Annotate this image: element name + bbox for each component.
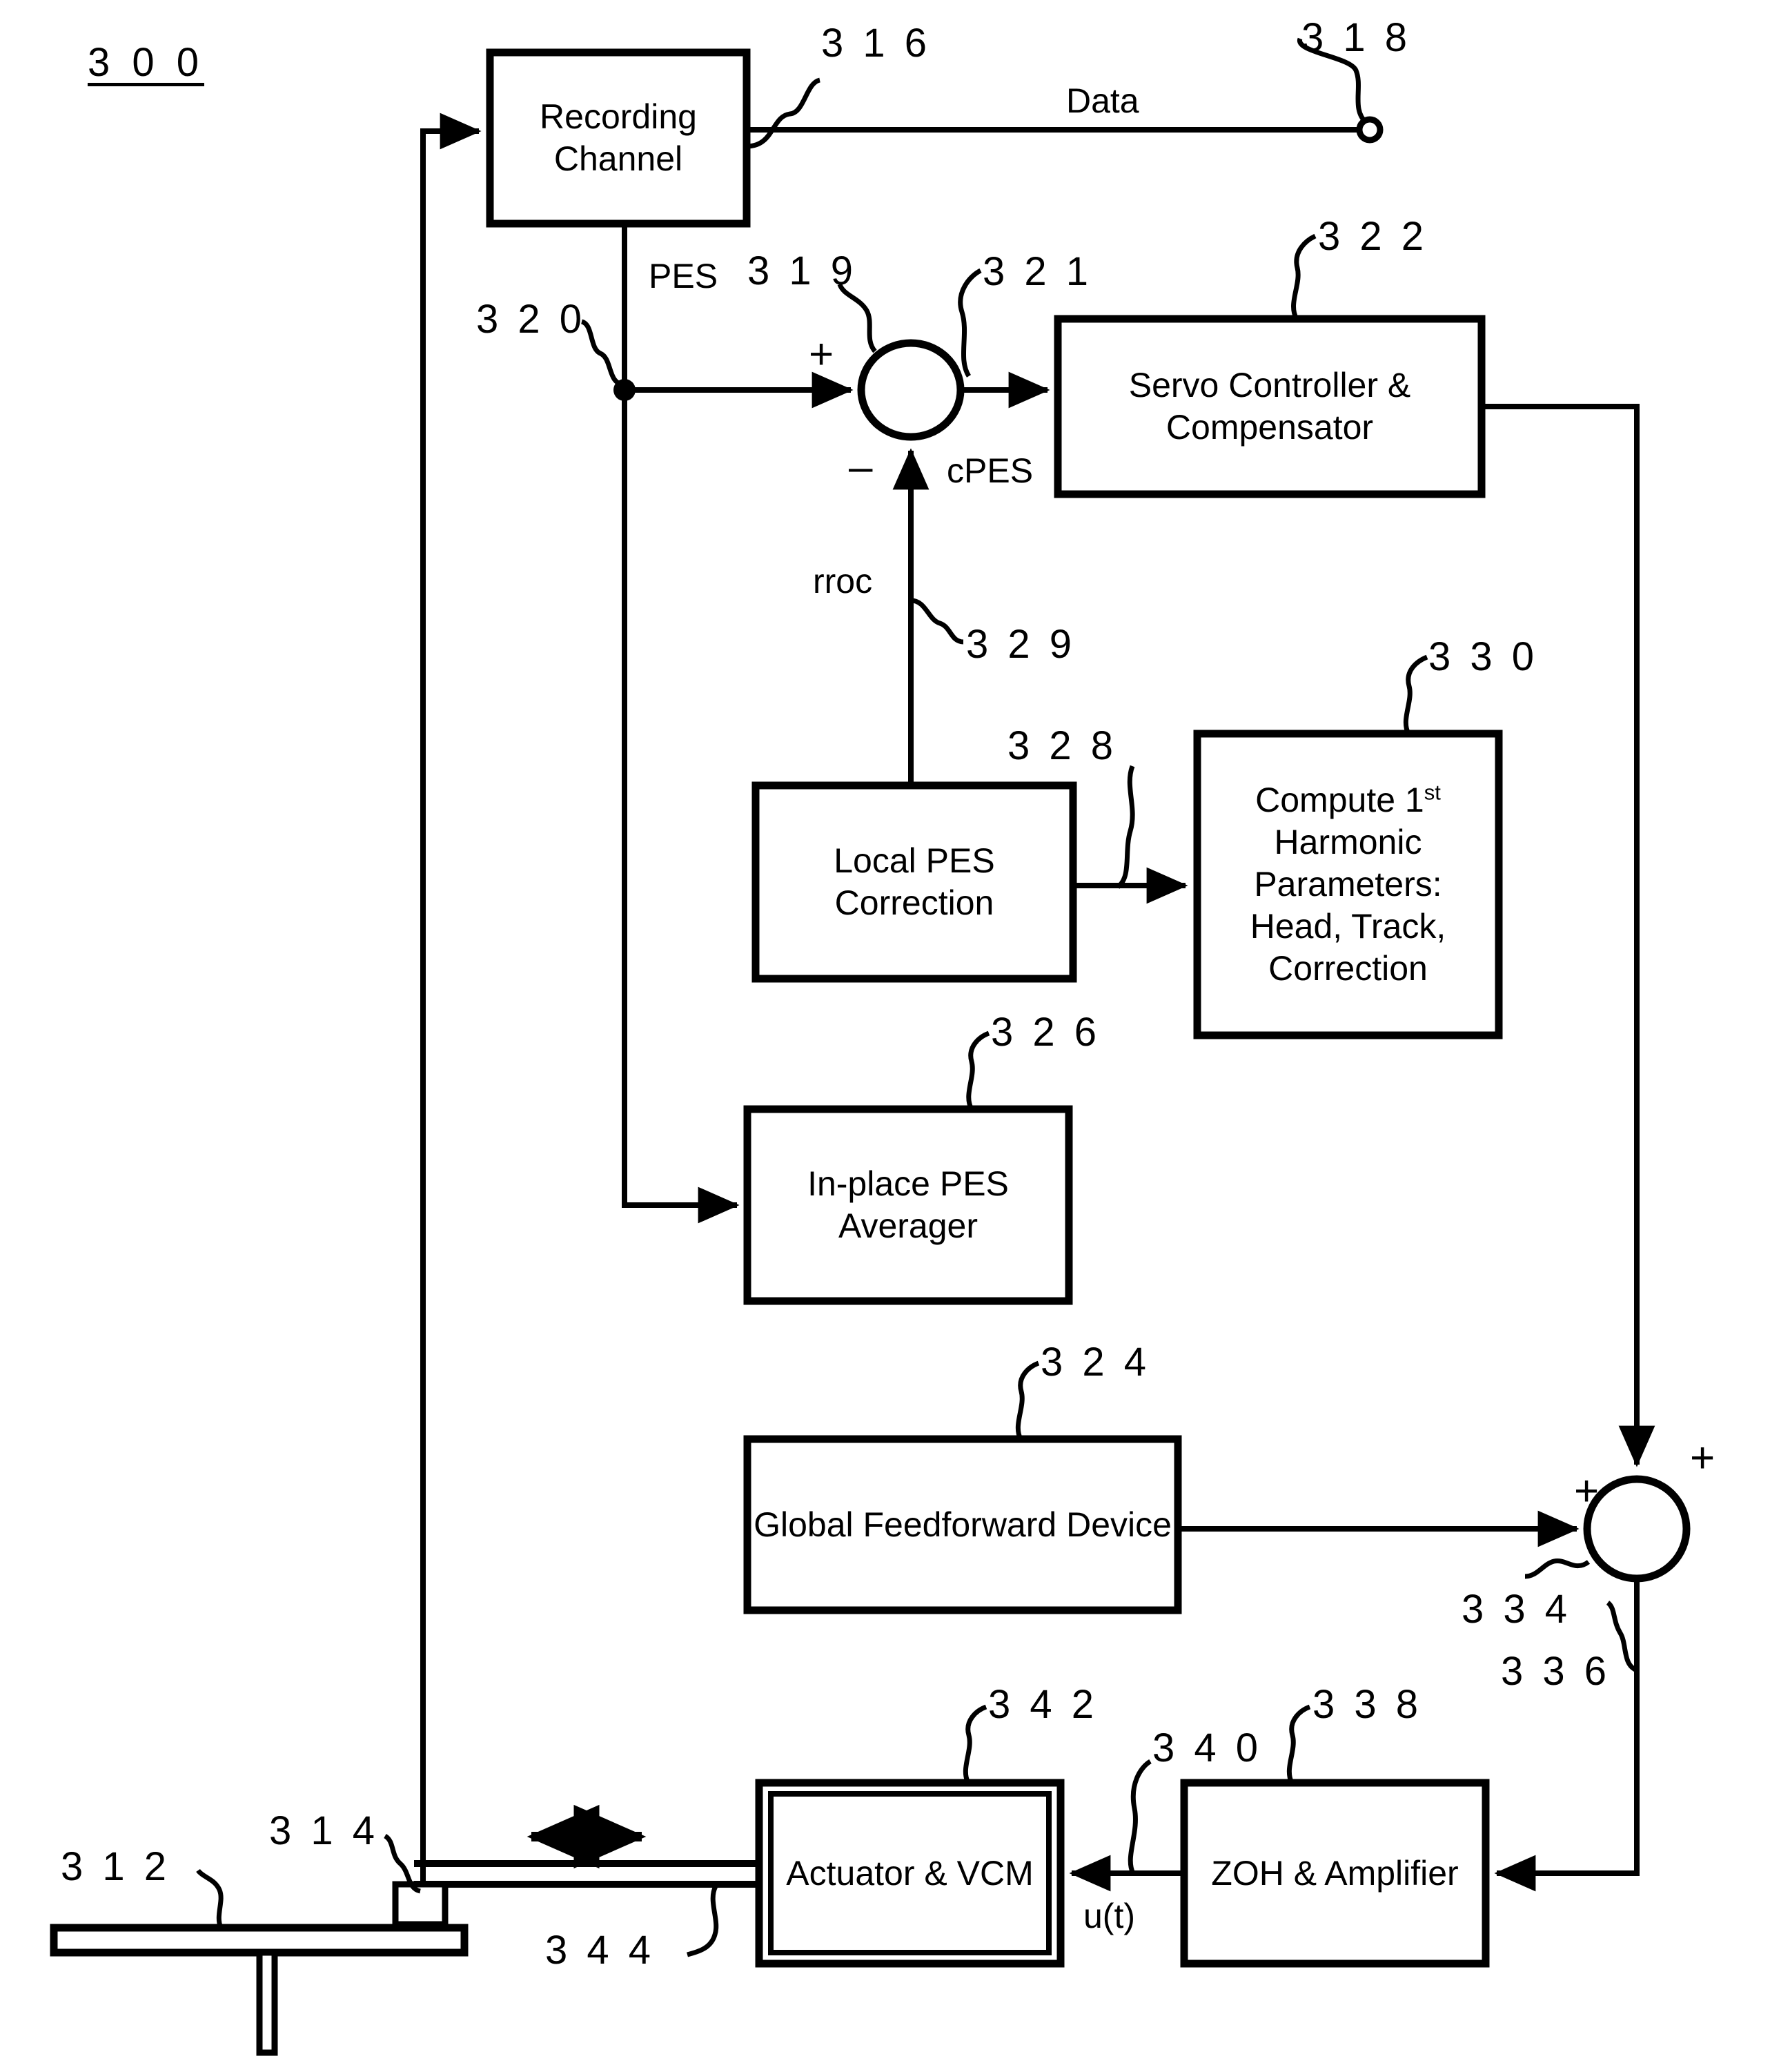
- leader-344: [687, 1885, 719, 1957]
- box-servo-controller: [1054, 315, 1486, 498]
- leader-316: [746, 77, 821, 149]
- wire-pes-to-averager: [622, 1173, 740, 1224]
- sum334-plus-left: +: [1574, 1467, 1600, 1515]
- ref-321: 3 2 1: [983, 249, 1092, 294]
- box-recording-channel: [486, 48, 751, 228]
- wire-servo-to-sum334: [1482, 404, 1655, 1467]
- patent-figure-300: 3 0 0 Recording Channel 3 1 6 Data 3 1 8…: [0, 0, 1790, 2072]
- ref-340: 3 4 0: [1152, 1726, 1262, 1770]
- rroc-label: rroc: [813, 562, 873, 600]
- leader-338: [1286, 1704, 1311, 1784]
- sum319-minus-sign: –: [849, 443, 873, 491]
- summing-junction-319: [857, 339, 965, 441]
- ref-338: 3 3 8: [1312, 1682, 1422, 1727]
- leader-336: [1606, 1601, 1638, 1673]
- diagram-vector-layer: [50, 37, 1691, 2056]
- leader-328: [1116, 765, 1135, 889]
- ref-329: 3 2 9: [966, 622, 1076, 667]
- leader-322: [1291, 233, 1317, 320]
- box-zoh-amplifier: [1180, 1779, 1490, 1968]
- ref-316: 3 1 6: [821, 21, 931, 66]
- ref-320: 3 2 0: [476, 297, 586, 342]
- ref-318: 3 1 8: [1301, 15, 1411, 60]
- ref-330: 3 3 0: [1428, 634, 1538, 679]
- ref-322: 3 2 2: [1318, 214, 1428, 259]
- data-terminal-node: [1356, 116, 1384, 144]
- leader-324: [1015, 1360, 1040, 1440]
- leader-329: [910, 598, 964, 645]
- wire-head-to-recording-channel: [420, 113, 482, 1907]
- ref-342: 3 4 2: [988, 1682, 1098, 1727]
- ref-314: 3 1 4: [269, 1808, 379, 1853]
- leader-330: [1403, 654, 1428, 735]
- ut-label: u(t): [1083, 1897, 1135, 1935]
- leader-321: [958, 268, 982, 378]
- leader-342: [963, 1704, 987, 1784]
- data-label: Data: [1066, 81, 1139, 120]
- summing-junction-334: [1583, 1475, 1691, 1583]
- ref-326: 3 2 6: [991, 1010, 1101, 1055]
- cpes-label: cPES: [947, 451, 1034, 490]
- leader-326: [966, 1030, 990, 1111]
- box-compute-harmonic: [1193, 730, 1503, 1039]
- ref-336: 3 3 6: [1501, 1649, 1611, 1694]
- box-local-pes-correction: [751, 781, 1077, 983]
- ref-328: 3 2 8: [1007, 723, 1117, 768]
- disk-spindle: [256, 1949, 278, 2056]
- leader-340: [1128, 1759, 1152, 1875]
- sum334-plus-top: +: [1690, 1434, 1715, 1482]
- box-actuator-vcm-outer: [755, 1779, 1065, 1968]
- figure-number: 3 0 0: [88, 40, 204, 85]
- box-actuator-vcm-inner: [768, 1791, 1052, 1955]
- ref-319: 3 1 9: [747, 248, 857, 293]
- ref-312: 3 1 2: [61, 1844, 170, 1889]
- ref-324: 3 2 4: [1041, 1340, 1150, 1385]
- disk-platter: [50, 1924, 469, 1957]
- pes-label: PES: [649, 257, 718, 295]
- sum319-plus-sign: +: [809, 331, 834, 378]
- box-global-feedforward: [743, 1435, 1182, 1614]
- ref-334: 3 3 4: [1462, 1587, 1571, 1632]
- leader-312: [196, 1868, 224, 1929]
- leader-320: [580, 319, 625, 387]
- ref-344: 3 4 4: [545, 1928, 655, 1973]
- leader-334: [1524, 1558, 1591, 1579]
- box-in-place-pes-averager: [743, 1105, 1073, 1305]
